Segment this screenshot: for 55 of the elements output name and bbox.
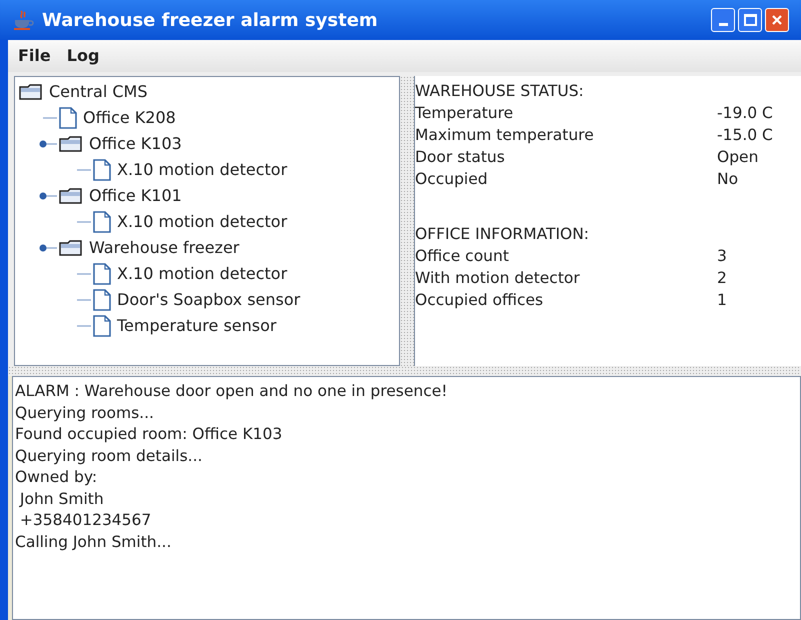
status-label: Door status: [415, 147, 506, 168]
tree-item[interactable]: Warehouse freezer: [89, 236, 240, 260]
section-heading: OFFICE INFORMATION:: [415, 224, 590, 245]
coffee-cup-icon: [12, 9, 34, 31]
document-icon: [93, 263, 111, 285]
tree-item[interactable]: Office K208: [83, 106, 176, 130]
status-label: Occupied offices: [415, 290, 544, 311]
document-icon: [93, 315, 111, 337]
close-icon: [771, 14, 783, 26]
log-line: Found occupied room: Office K103: [15, 424, 282, 445]
folder-icon: [59, 188, 83, 204]
window-title: Warehouse freezer alarm system: [42, 8, 378, 32]
expand-handle-icon[interactable]: [39, 139, 57, 149]
folder-icon: [19, 84, 43, 100]
status-value: 2: [717, 268, 727, 289]
status-value: No: [717, 169, 738, 190]
tree-item[interactable]: Central CMS: [49, 80, 148, 104]
log-line: ALARM : Warehouse door open and no one in presence!: [15, 381, 448, 402]
folder-icon: [59, 136, 83, 152]
status-value: -19.0 C: [717, 103, 773, 124]
minimize-button[interactable]: [711, 8, 735, 32]
menu-item[interactable]: Log: [66, 44, 100, 68]
status-label: Temperature: [415, 103, 514, 124]
maximize-button[interactable]: [738, 8, 762, 32]
tree-item[interactable]: Office K101: [89, 184, 182, 208]
document-icon: [59, 107, 77, 129]
tree-item[interactable]: Temperature sensor: [117, 314, 276, 338]
status-value: 3: [717, 246, 727, 267]
tree-item[interactable]: X.10 motion detector: [117, 262, 288, 286]
status-value: 1: [717, 290, 727, 311]
expand-handle-icon[interactable]: [39, 191, 57, 201]
tree-item[interactable]: Door's Soapbox sensor: [117, 288, 300, 312]
close-button[interactable]: [765, 8, 789, 32]
status-label: Occupied: [415, 169, 489, 190]
tree-item[interactable]: Office K103: [89, 132, 182, 156]
log-line: John Smith: [18, 488, 104, 510]
document-icon: [93, 211, 111, 233]
document-icon: [93, 159, 111, 181]
status-label: Office count: [415, 246, 510, 267]
document-icon: [93, 289, 111, 311]
section-heading: WAREHOUSE STATUS:: [415, 81, 585, 102]
log-line: Querying room details...: [15, 446, 202, 466]
expand-handle-icon[interactable]: [39, 243, 57, 253]
log-line: Calling John Smith...: [15, 532, 172, 552]
log-line: Owned by:: [15, 467, 98, 488]
tree-item[interactable]: X.10 motion detector: [117, 210, 288, 234]
status-label: With motion detector: [415, 268, 581, 289]
folder-icon: [59, 240, 83, 256]
log-line: Querying rooms...: [15, 402, 154, 424]
log-line: +358401234567: [18, 510, 152, 531]
status-value: -15.0 C: [717, 125, 773, 146]
menu-item[interactable]: File: [18, 44, 51, 68]
status-value: Open: [717, 147, 758, 168]
status-label: Maximum temperature: [415, 125, 595, 146]
tree-item[interactable]: X.10 motion detector: [117, 158, 288, 182]
